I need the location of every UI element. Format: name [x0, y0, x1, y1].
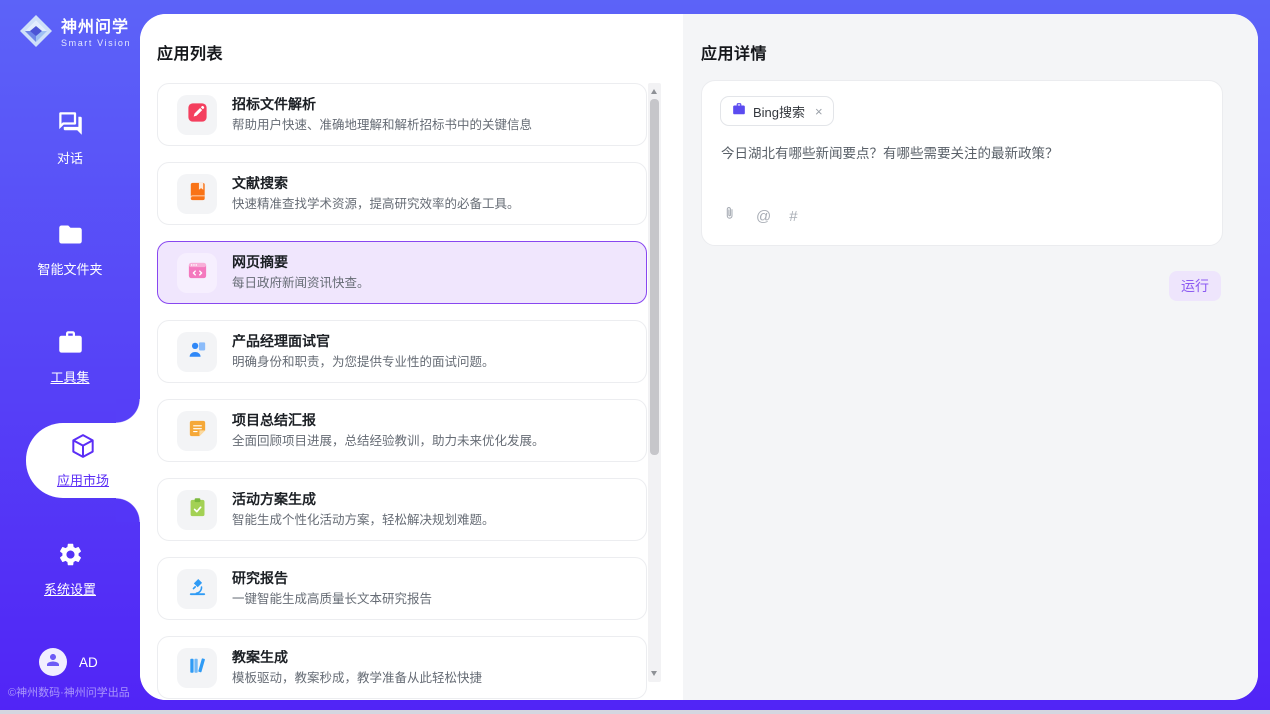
app-card-title: 研究报告	[232, 571, 432, 585]
toolbox-icon	[57, 329, 84, 361]
sidebar-item-chat[interactable]: 对话	[0, 110, 140, 167]
active-tab-notch-top	[116, 399, 140, 423]
diamond-logo-icon	[18, 13, 54, 54]
active-tab-notch-bottom	[116, 498, 140, 522]
app-card-lesson-plan[interactable]: 教案生成 模板驱动，教案秒成，教学准备从此轻松快捷	[157, 636, 647, 699]
app-card-tender-parse[interactable]: 招标文件解析 帮助用户快速、准确地理解和解析招标书中的关键信息	[157, 83, 647, 146]
run-button[interactable]: 运行	[1169, 271, 1221, 301]
app-list-scrollbar[interactable]	[648, 83, 661, 682]
interviewer-icon	[186, 338, 209, 366]
book-icon	[186, 180, 209, 208]
sidebar: 神州问学 Smart Vision 对话 智能文件夹 工具集	[0, 0, 140, 714]
app-card-desc: 模板驱动，教案秒成，教学准备从此轻松快捷	[232, 672, 482, 686]
sidebar-item-settings[interactable]: 系统设置	[0, 541, 140, 598]
user-avatar-icon	[44, 651, 62, 674]
clipboard-check-icon	[186, 496, 209, 524]
gear-icon	[57, 541, 84, 573]
briefcase-icon	[732, 102, 746, 121]
app-card-pm-interviewer[interactable]: 产品经理面试官 明确身份和职责，为您提供专业性的面试问题。	[157, 320, 647, 383]
cube-icon	[69, 432, 97, 465]
app-card-title: 网页摘要	[232, 255, 370, 269]
attachment-icon[interactable]	[721, 205, 738, 227]
app-detail-panel: 应用详情 Bing搜索 × 今日湖北有哪些新闻要点？有哪些需要关注的最新政策？ …	[683, 14, 1258, 700]
app-card-project-summary[interactable]: 项目总结汇报 全面回顾项目进展，总结经验教训，助力未来优化发展。	[157, 399, 647, 462]
chat-icon	[57, 110, 84, 142]
app-window: 神州问学 Smart Vision 对话 智能文件夹 工具集	[0, 0, 1270, 714]
app-icon-box	[177, 95, 217, 135]
app-icon-box	[177, 253, 217, 293]
user-initials: AD	[79, 655, 98, 670]
sidebar-item-app-market-active[interactable]: 应用市场	[26, 423, 140, 498]
note-icon	[186, 417, 209, 445]
app-card-event-plan[interactable]: 活动方案生成 智能生成个性化活动方案，轻松解决规划难题。	[157, 478, 647, 541]
app-card-desc: 帮助用户快速、准确地理解和解析招标书中的关键信息	[232, 119, 532, 133]
app-list-title: 应用列表	[157, 40, 223, 64]
copyright-text: ©神州数码·神州问学出品	[8, 684, 130, 700]
app-card-title: 活动方案生成	[232, 492, 495, 506]
prompt-card: Bing搜索 × 今日湖北有哪些新闻要点？有哪些需要关注的最新政策？ @ #	[701, 80, 1223, 246]
sidebar-item-label: 智能文件夹	[37, 259, 102, 278]
user-account[interactable]: AD	[39, 648, 98, 676]
app-card-title: 招标文件解析	[232, 97, 532, 111]
sidebar-item-label: 对话	[57, 148, 83, 167]
app-card-list: 招标文件解析 帮助用户快速、准确地理解和解析招标书中的关键信息 文献搜索 快速精…	[157, 83, 647, 700]
window-bottom-edge	[0, 710, 1270, 714]
tool-tag-bing-search[interactable]: Bing搜索 ×	[720, 96, 834, 126]
prompt-text-input[interactable]: 今日湖北有哪些新闻要点？有哪些需要关注的最新政策？	[721, 144, 1202, 164]
app-icon-box	[177, 490, 217, 530]
main-content: 应用列表 招标文件解析 帮助用户快速、准确地理解和解析招标书中的关键信息	[140, 14, 1258, 700]
sidebar-item-smart-folder[interactable]: 智能文件夹	[0, 221, 140, 278]
edit-square-icon	[186, 101, 209, 129]
app-icon-box	[177, 411, 217, 451]
app-icon-box	[177, 174, 217, 214]
scroll-down-arrow-icon[interactable]	[651, 671, 657, 676]
mention-icon[interactable]: @	[756, 209, 771, 224]
app-icon-box	[177, 569, 217, 609]
app-card-desc: 智能生成个性化活动方案，轻松解决规划难题。	[232, 514, 495, 528]
app-icon-box	[177, 332, 217, 372]
app-card-desc: 快速精准查找学术资源，提高研究效率的必备工具。	[232, 198, 520, 212]
sidebar-item-label: 系统设置	[44, 579, 96, 598]
app-card-desc: 每日政府新闻资讯快查。	[232, 277, 370, 291]
app-detail-title: 应用详情	[701, 40, 767, 64]
app-card-literature-search[interactable]: 文献搜索 快速精准查找学术资源，提高研究效率的必备工具。	[157, 162, 647, 225]
app-card-research-report[interactable]: 研究报告 一键智能生成高质量长文本研究报告	[157, 557, 647, 620]
browser-code-icon	[186, 259, 209, 287]
app-card-desc: 明确身份和职责，为您提供专业性的面试问题。	[232, 356, 495, 370]
app-card-desc: 全面回顾项目进展，总结经验教训，助力未来优化发展。	[232, 435, 545, 449]
tool-tag-label: Bing搜索	[753, 102, 805, 121]
app-icon-box	[177, 648, 217, 688]
app-card-title: 项目总结汇报	[232, 413, 545, 427]
sidebar-item-label: 应用市场	[57, 470, 109, 489]
close-icon[interactable]: ×	[815, 104, 823, 119]
app-card-web-summary-selected[interactable]: 网页摘要 每日政府新闻资讯快查。	[157, 241, 647, 304]
sidebar-item-label: 工具集	[50, 367, 89, 386]
scrollbar-thumb[interactable]	[650, 99, 659, 455]
app-logo: 神州问学 Smart Vision	[18, 13, 131, 54]
logo-subtitle: Smart Vision	[61, 38, 131, 48]
app-list-panel: 应用列表 招标文件解析 帮助用户快速、准确地理解和解析招标书中的关键信息	[140, 14, 683, 700]
folder-icon	[57, 221, 84, 253]
avatar	[39, 648, 67, 676]
app-card-title: 文献搜索	[232, 176, 520, 190]
scroll-up-arrow-icon[interactable]	[651, 89, 657, 94]
hashtag-icon[interactable]: #	[789, 209, 797, 224]
logo-title: 神州问学	[61, 19, 131, 37]
prompt-toolbar: @ #	[721, 205, 798, 227]
app-card-desc: 一键智能生成高质量长文本研究报告	[232, 593, 432, 607]
microscope-icon	[186, 575, 209, 603]
app-card-title: 教案生成	[232, 650, 482, 664]
books-icon	[186, 654, 209, 682]
app-card-title: 产品经理面试官	[232, 334, 495, 348]
sidebar-item-toolset[interactable]: 工具集	[0, 329, 140, 386]
